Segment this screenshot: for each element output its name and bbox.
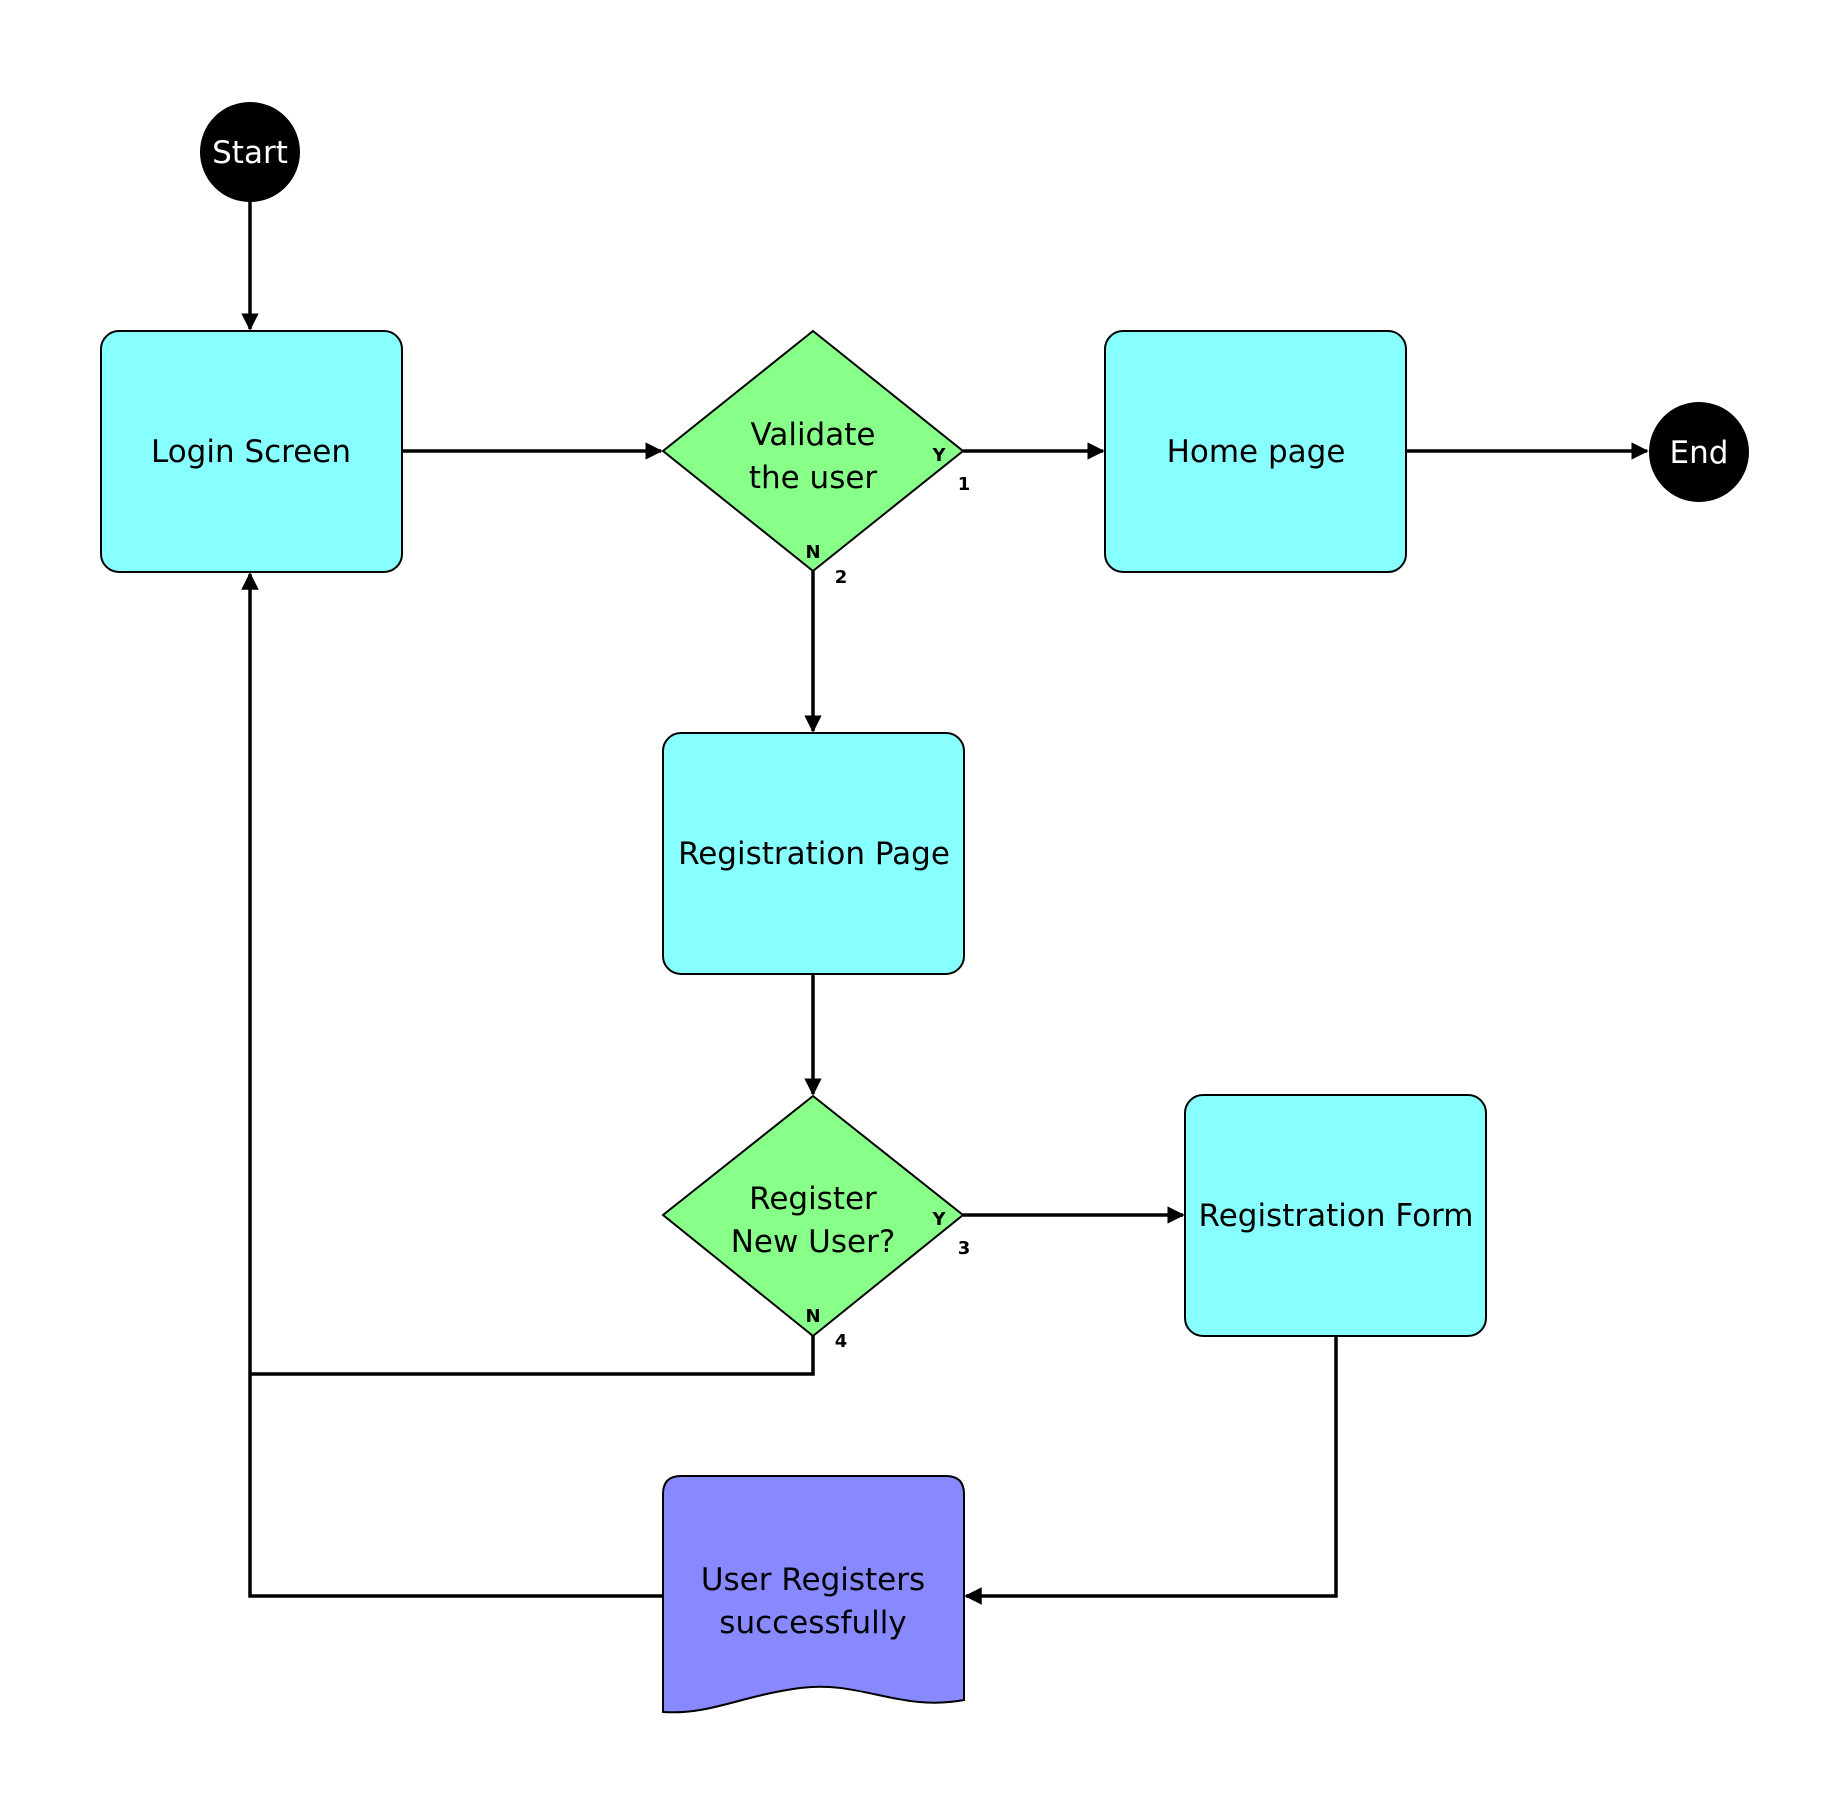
home-page-node[interactable]: Home page (1104, 330, 1407, 573)
register-yes-label: Y (931, 1209, 946, 1230)
user-registers-successfully-node[interactable]: User Registers successfully (662, 1475, 965, 1714)
registration-page-node[interactable]: Registration Page (662, 732, 965, 975)
edge-regform-success[interactable] (964, 1336, 1338, 1605)
register-new-user-decision[interactable]: Register New User? Y 3 N 4 (661, 1094, 971, 1352)
registration-page-label: Registration Page (678, 836, 950, 872)
end-label: End (1670, 435, 1729, 471)
register-yes-port: 3 (958, 1238, 971, 1259)
login-screen-label: Login Screen (151, 434, 351, 470)
validate-yes-label: Y (931, 445, 946, 466)
end-node[interactable]: End (1649, 402, 1749, 502)
register-label-line1: Register (749, 1181, 877, 1217)
login-screen-node[interactable]: Login Screen (100, 330, 403, 573)
register-label-line2: New User? (731, 1224, 896, 1260)
registration-form-label: Registration Form (1199, 1198, 1474, 1234)
validate-user-decision[interactable]: Validate the user Y 1 N 2 (661, 329, 971, 588)
start-node[interactable]: Start (200, 102, 300, 202)
start-label: Start (212, 135, 288, 171)
edge-register-no-loop[interactable] (250, 1336, 815, 1376)
home-page-label: Home page (1167, 434, 1346, 470)
validate-label-line1: Validate (751, 417, 876, 453)
register-no-label: N (805, 1306, 820, 1327)
validate-no-port: 2 (835, 567, 848, 588)
validate-no-label: N (805, 542, 820, 563)
flowchart-canvas: Start Login Screen Validate the user Y 1… (100, 102, 1749, 1714)
edge-success-login[interactable] (241, 572, 663, 1598)
document-label-line1: User Registers (701, 1562, 925, 1598)
registration-form-node[interactable]: Registration Form (1184, 1094, 1487, 1337)
document-label-line2: successfully (719, 1605, 906, 1641)
register-no-port: 4 (835, 1331, 848, 1352)
validate-label-line2: the user (749, 460, 878, 496)
validate-yes-port: 1 (958, 474, 971, 495)
